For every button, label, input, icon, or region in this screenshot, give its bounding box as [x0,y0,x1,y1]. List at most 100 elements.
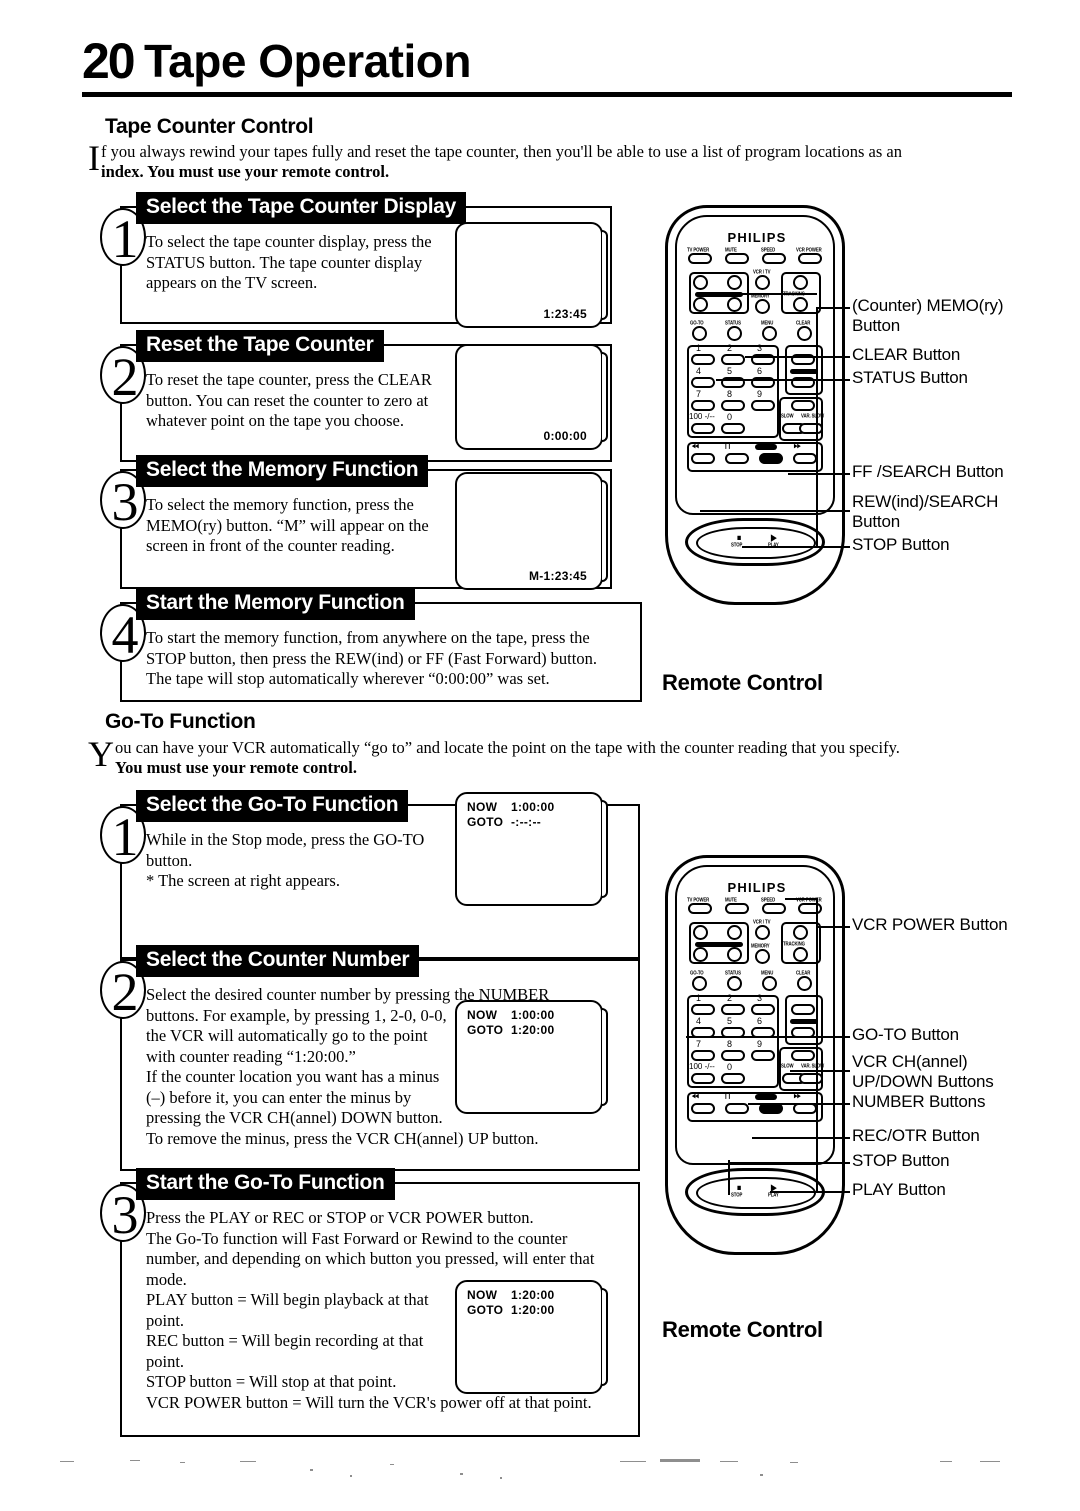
remote-button-speed[interactable] [762,253,786,264]
remote-button-status[interactable] [727,976,742,991]
remote-button-tv-power[interactable] [688,253,712,264]
callout-stop-button-bottom: STOP Button [852,1151,950,1170]
remote-button-7[interactable] [691,1050,715,1061]
tv-now-value: 1:00:00 [511,1008,555,1022]
step-title: Start the Memory Function [136,588,415,620]
remote-button-rec-otr[interactable] [759,453,783,464]
dropcap-y: Y [88,734,114,774]
remote-label-var-slow: VAR. SLOW [801,412,825,419]
remote-button-rew[interactable] [691,1103,715,1114]
remote-label-0: 0 [727,412,733,422]
callout-connector-vcr-ch [790,1070,817,1072]
remote-button-vcr-tv[interactable] [755,925,770,940]
remote-button-ch-down-right[interactable] [727,947,742,962]
remote-button-vcr-tv[interactable] [755,275,770,290]
remote-label-stop: STOP [731,541,743,548]
remote-label-go-to: GO-TO [690,969,704,976]
remote-button-ch-down-left[interactable] [693,947,708,962]
remote-button-100[interactable] [691,1073,715,1084]
remote-button-status[interactable] [727,326,742,341]
remote-button-var-slow-up[interactable] [791,400,815,411]
remote-button-ch-down-left[interactable] [693,297,708,312]
callout-lead-memo [816,307,850,309]
remote-button-tracking-up[interactable] [793,925,808,940]
tv-goto-label: GOTO [467,1023,504,1037]
remote-button-2[interactable] [721,354,745,365]
remote-button-var-slow[interactable] [799,423,823,434]
callout-lead-vcr-ch [816,1070,850,1072]
step-body: While in the Stop mode, press the GO-TO … [146,830,466,892]
remote-button-8[interactable] [721,400,745,411]
remote-button-vcr-ch-up[interactable] [791,1004,815,1015]
remote-button-pause-still[interactable] [725,1103,749,1114]
callout-lead-ff-search [816,473,850,475]
step-title: Select the Tape Counter Display [136,192,467,224]
remote-button-2[interactable] [721,1004,745,1015]
callout-lead-vcr-power [816,926,850,928]
remote-button-9[interactable] [751,1050,775,1061]
remote-button-ch-up-right[interactable] [727,275,742,290]
remote-button-8[interactable] [721,1050,745,1061]
remote-button-var-slow[interactable] [799,1073,823,1084]
remote-button-0[interactable] [721,1073,745,1084]
callout-stop-button: STOP Button [852,535,950,554]
remote-label-menu: MENU [761,969,774,976]
remote-button-vcr-power[interactable] [798,253,822,264]
remote-label-status: STATUS [725,969,741,976]
remote-label-mute: MUTE [725,896,737,903]
tv-screen-inset-goto: NOW 1:20:00 GOTO 1:20:00 [455,1280,608,1394]
philips-logo: PHILIPS [727,230,787,245]
remote-button-var-slow-up[interactable] [791,1050,815,1061]
remote-button-tracking-down[interactable] [793,297,808,312]
remote-button-rew[interactable] [691,453,715,464]
remote-button-tv-power[interactable] [688,903,712,914]
remote-button-100[interactable] [691,423,715,434]
remote-button-ch-up-left[interactable] [693,275,708,290]
remote-button-ff[interactable] [793,453,817,464]
tv-counter-value: 0:00:00 [543,429,587,443]
remote-button-0[interactable] [721,423,745,434]
remote-button-ch-up-left[interactable] [693,925,708,940]
remote-button-menu[interactable] [762,326,777,341]
remote-button-1[interactable] [691,354,715,365]
remote-button-tracking-up[interactable] [793,275,808,290]
remote-button-speed[interactable] [762,903,786,914]
remote-button-7[interactable] [691,400,715,411]
callout-ff-search-button: FF /SEARCH Button [852,462,1004,481]
remote-button-menu[interactable] [762,976,777,991]
step-line: To reset the tape counter, press the CLE… [146,370,432,389]
remote-button-vcr-power[interactable] [798,903,822,914]
remote-button-clear[interactable] [797,976,812,991]
tv-screen-inset: 0:00:00 [455,344,608,450]
remote-button-mute[interactable] [725,253,749,264]
remote-label-1: 1 [696,343,702,353]
remote-bottom-pad-inner[interactable] [696,1177,816,1209]
remote-button-clear[interactable] [797,326,812,341]
tv-screen-inset-goto: NOW 1:00:00 GOTO 1:20:00 [455,1000,608,1114]
dropcap-i: I [88,138,100,178]
step-line: To select the memory function, press the [146,495,414,514]
callout-connector-vcr-power [785,898,817,900]
step-line: MEMO(ry) button. “M” will appear on the [146,515,429,535]
remote-button-ch-down-right[interactable] [727,297,742,312]
remote-button-1[interactable] [691,1004,715,1015]
remote-button-mute[interactable] [725,903,749,914]
step-line: appears on the TV screen. [146,273,318,292]
remote-button-memory[interactable] [755,949,770,964]
remote-label-stop: STOP [731,1191,743,1198]
remote-button-go-to[interactable] [692,326,707,341]
remote-button-ch-up-right[interactable] [727,925,742,940]
remote-button-tracking-down[interactable] [793,947,808,962]
remote-button-9[interactable] [751,400,775,411]
remote-button-go-to[interactable] [692,976,707,991]
step-line: number, and depending on which button yo… [146,1249,595,1268]
remote-label-pause-still: ❙❙ [724,1092,732,1099]
remote-button-pause-still[interactable] [725,453,749,464]
remote-button-3[interactable] [751,1004,775,1015]
callout-connector-stop-bottom [728,1162,817,1164]
remote-bottom-pad-inner[interactable] [696,527,816,559]
tv-screen-inset: 1:23:45 [455,222,608,328]
tv-screen-inset: M-1:23:45 [455,472,608,590]
remote-button-4[interactable] [691,377,715,388]
remote-button-memory[interactable] [755,299,770,314]
